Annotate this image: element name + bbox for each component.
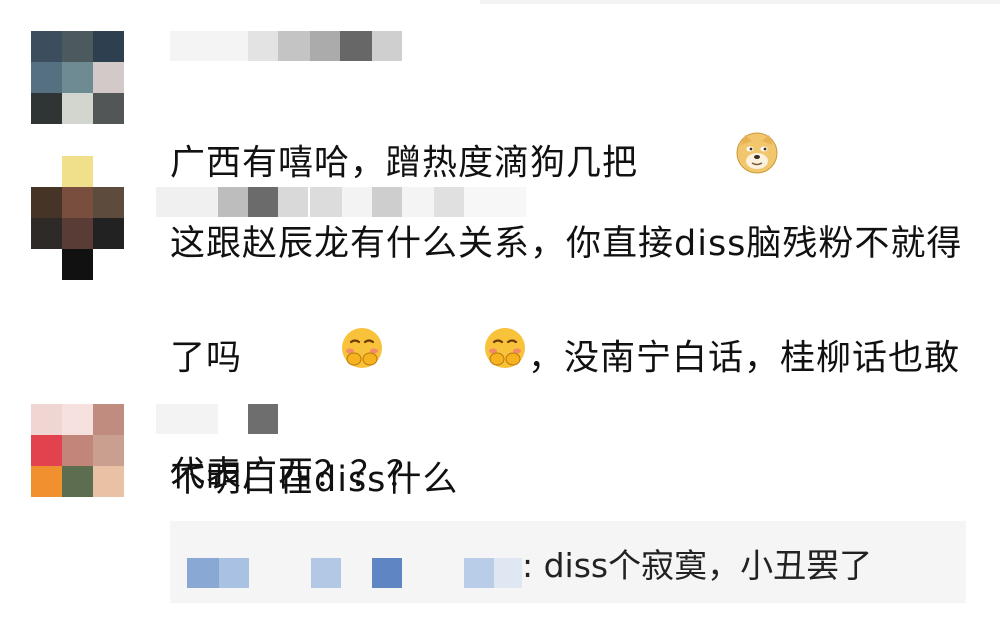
avatar[interactable]: [31, 31, 124, 124]
username-mosaic[interactable]: [156, 187, 530, 217]
username-mosaic[interactable]: [156, 404, 282, 434]
comment-text: 不明白在diss什么: [170, 460, 459, 500]
avatar[interactable]: [31, 187, 124, 280]
avatar-badge: [62, 156, 93, 187]
avatar[interactable]: [31, 404, 124, 497]
reply-text: : diss个寂寞，小丑罢了: [522, 546, 873, 585]
comment-thread: 广西有嘻哈，蹭热度滴狗几把 这跟赵辰龙有什么关系，你直接diss脑残粉不就得了吗…: [0, 0, 1000, 621]
username-mosaic[interactable]: [170, 31, 405, 61]
smirk-emoji-icon: [385, 269, 528, 444]
reply-preview[interactable]: : diss个寂寞，小丑罢了: [170, 521, 966, 603]
top-divider: [480, 0, 1000, 4]
